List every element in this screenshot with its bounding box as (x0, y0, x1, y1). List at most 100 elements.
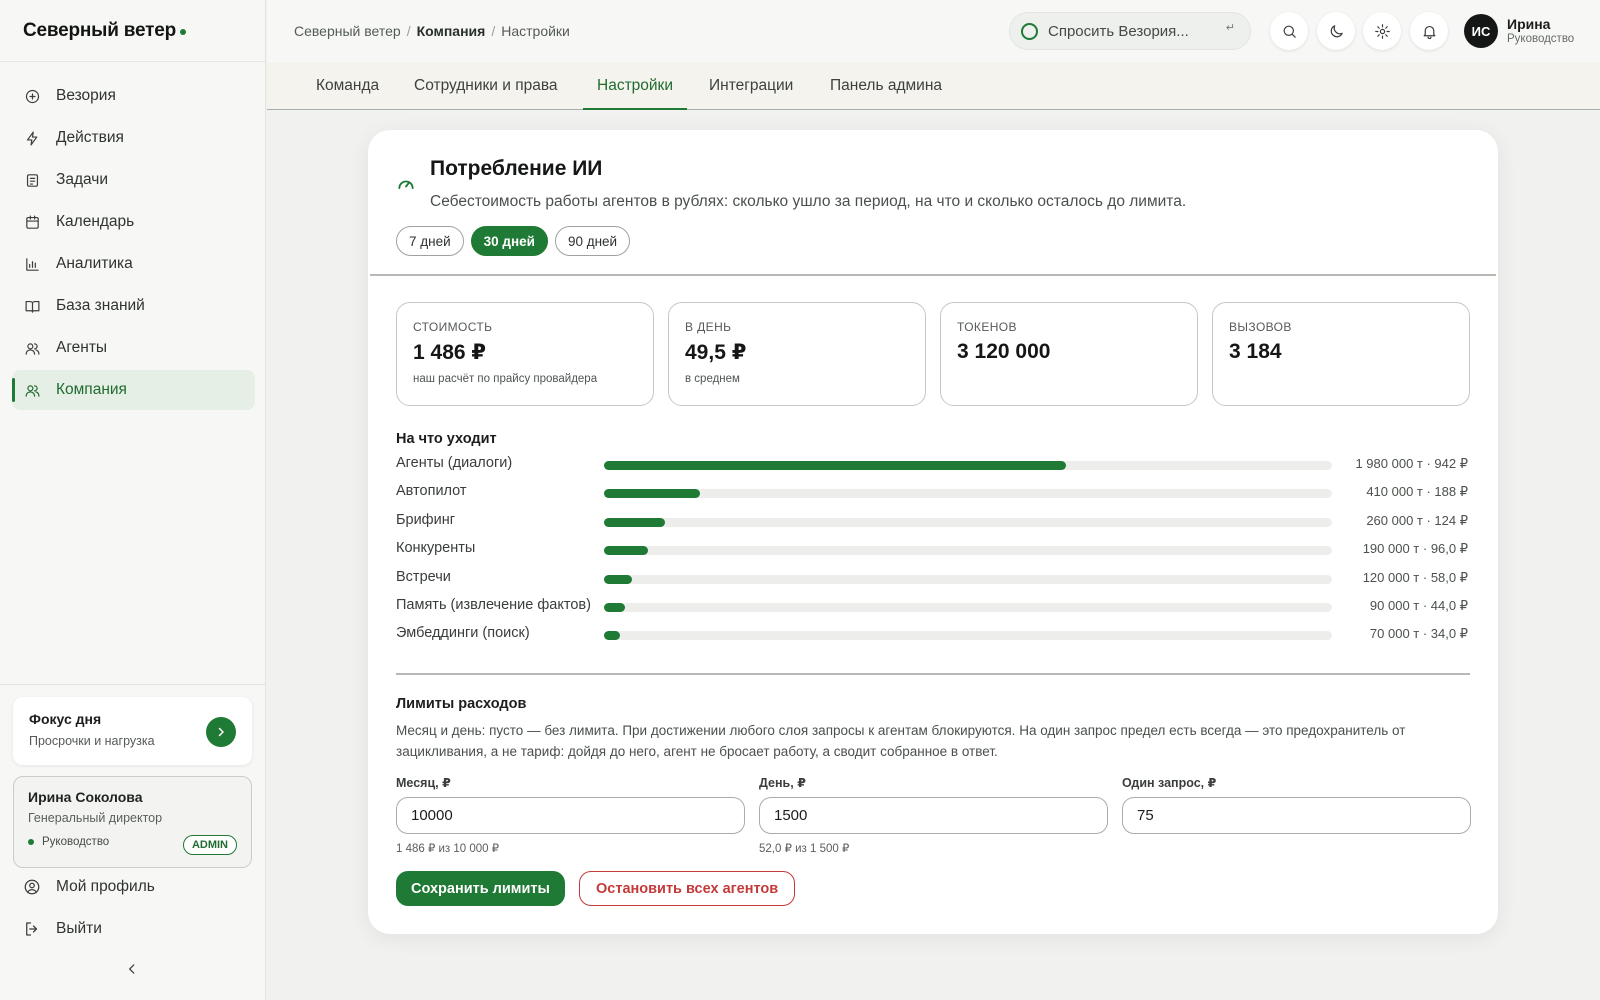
admin-badge: ADMIN (182, 835, 237, 855)
ai-usage-card: Потребление ИИ Себестоимость работы аген… (368, 130, 1498, 934)
enter-key-icon: ↵ (1225, 22, 1235, 34)
stat-value: 3 184 (1229, 340, 1282, 363)
sidebar-item-analytics[interactable]: Аналитика (12, 244, 255, 284)
spend-label: Брифинг (396, 511, 456, 528)
sidebar-item-company[interactable]: Компания (12, 370, 255, 410)
chevron-left-icon (129, 964, 135, 974)
brand-name: Северный ветер (23, 19, 176, 41)
stat-cost: СТОИМОСТЬ 1 486 ₽ наш расчёт по прайсу п… (396, 302, 654, 406)
sidebar-item-label: Аналитика (56, 255, 133, 272)
spend-bar-fill (604, 602, 626, 612)
collapse-sidebar-button[interactable] (125, 962, 139, 981)
stat-calls: ВЫЗОВОВ 3 184 (1212, 302, 1470, 406)
tab-admin-panel[interactable]: Панель админа (830, 77, 942, 95)
chat-icon (25, 89, 40, 103)
user-card[interactable]: Ирина Соколова Генеральный директор Руко… (13, 776, 252, 868)
ask-vezoria-input[interactable]: Спросить Везория... ↵ (1009, 12, 1251, 50)
period-30-days[interactable]: 30 дней (470, 226, 548, 256)
field-hint: 52,0 ₽ из 1 500 ₽ (759, 843, 850, 855)
notifications-button[interactable] (1410, 12, 1448, 50)
stat-value: 3 120 000 (957, 340, 1051, 363)
stop-all-agents-button[interactable]: Остановить всех агентов (579, 871, 796, 906)
theme-toggle-button[interactable] (1317, 12, 1355, 50)
user-card-role-label: Руководство (42, 836, 110, 848)
divider (396, 673, 1470, 675)
limit-day-input[interactable] (759, 797, 1108, 834)
spend-label: Память (извлечение фактов) (396, 596, 591, 613)
tab-team[interactable]: Команда (316, 77, 379, 95)
divider (370, 274, 1496, 276)
breadcrumb: Северный ветер / Компания / Настройки (294, 23, 570, 39)
stats-row: СТОИМОСТЬ 1 486 ₽ наш расчёт по прайсу п… (396, 302, 1470, 406)
limit-request-input[interactable] (1122, 797, 1471, 834)
spend-breakdown: Агенты (диалоги) 1 980 000 т · 942 ₽ Автоп… (396, 452, 1468, 651)
focus-card[interactable]: Фокус дня Просрочки и нагрузка (13, 697, 252, 765)
logout-link[interactable]: Выйти (23, 920, 102, 938)
avatar[interactable]: ИС (1464, 14, 1498, 48)
sidebar-item-vezoria[interactable]: Везория (12, 76, 255, 116)
save-limits-button[interactable]: Сохранить лимиты (396, 871, 565, 906)
spend-row: Встречи 120 000 т · 58,0 ₽ (396, 566, 1468, 594)
my-profile-label: Мой профиль (56, 878, 155, 895)
sidebar-item-knowledge[interactable]: База знаний (12, 286, 255, 326)
breadcrumb-company[interactable]: Компания (417, 23, 486, 39)
spend-label: Встречи (396, 568, 451, 585)
sidebar-item-agents[interactable]: Агенты (12, 328, 255, 368)
spend-bar-fill (604, 546, 649, 556)
spend-bar-track (604, 574, 1332, 584)
focus-subtitle: Просрочки и нагрузка (29, 734, 155, 748)
spend-value: 120 000 т · 58,0 ₽ (1362, 569, 1468, 585)
sidebar-item-label: Календарь (56, 213, 135, 230)
field-hint: 1 486 ₽ из 10 000 ₽ (396, 843, 500, 855)
search-button[interactable] (1270, 12, 1308, 50)
sidebar-bottom: Фокус дня Просрочки и нагрузка Ирина Сок… (0, 684, 265, 868)
spend-value: 410 000 т · 188 ₽ (1366, 484, 1468, 500)
tab-settings[interactable]: Настройки (582, 77, 688, 110)
spend-bar-track (604, 517, 1332, 527)
sidebar-item-calendar[interactable]: Календарь (12, 202, 255, 242)
limit-day-field: День, ₽ 52,0 ₽ из 1 500 ₽ (759, 775, 1108, 855)
profile-icon (24, 879, 40, 895)
stat-hint: наш расчёт по прайсу провайдера (413, 373, 598, 385)
field-label: Один запрос, ₽ (1122, 776, 1217, 790)
role-dot (28, 839, 34, 845)
spend-row: Эмбеддинги (поиск) 70 000 т · 34,0 ₽ (396, 622, 1468, 650)
settings-button[interactable] (1363, 12, 1401, 50)
sidebar-item-tasks[interactable]: Задачи (12, 160, 255, 200)
spend-bar-track (604, 546, 1332, 556)
breadcrumb-root[interactable]: Северный ветер (294, 23, 401, 39)
period-90-days[interactable]: 90 дней (554, 226, 631, 256)
spend-bar-fill (604, 517, 666, 527)
sidebar-item-label: Задачи (56, 171, 109, 188)
my-profile-link[interactable]: Мой профиль (23, 878, 155, 896)
moon-icon (1330, 24, 1343, 37)
sidebar-item-label: Агенты (56, 339, 108, 356)
logout-icon (26, 922, 38, 936)
spend-row: Автопилот 410 000 т · 188 ₽ (396, 480, 1468, 508)
sidebar: Северный ветер Везория Действия Задачи К… (0, 0, 266, 1000)
spend-label: Автопилот (396, 483, 467, 500)
limit-month-field: Месяц, ₽ 1 486 ₽ из 10 000 ₽ (396, 775, 745, 855)
sidebar-nav: Везория Действия Задачи Календарь Аналит… (0, 62, 265, 410)
spend-bar-fill (604, 574, 633, 584)
tab-employees[interactable]: Сотрудники и права (414, 77, 558, 95)
limits-description: Месяц и день: пусто — без лимита. При до… (396, 723, 1406, 759)
company-icon (25, 384, 40, 397)
sidebar-item-label: Компания (56, 381, 127, 398)
breadcrumb-current: Настройки (501, 23, 570, 39)
spend-bar-fill (604, 489, 701, 499)
spend-row: Агенты (диалоги) 1 980 000 т · 942 ₽ (396, 452, 1468, 480)
stat-label: В ДЕНЬ (685, 320, 732, 334)
brand-logo[interactable]: Северный ветер (0, 0, 265, 62)
sidebar-item-label: Действия (56, 129, 124, 146)
tab-integrations[interactable]: Интеграции (709, 77, 793, 95)
limit-month-input[interactable] (396, 797, 745, 834)
ask-placeholder: Спросить Везория... (1048, 22, 1189, 40)
period-7-days[interactable]: 7 дней (396, 226, 464, 256)
analytics-icon (26, 257, 39, 271)
sidebar-item-actions[interactable]: Действия (12, 118, 255, 158)
book-icon (25, 300, 40, 313)
tasks-icon (26, 173, 39, 187)
usage-subtitle: Себестоимость работы агентов в рублях: с… (430, 193, 1187, 210)
focus-open-button[interactable] (206, 717, 236, 747)
